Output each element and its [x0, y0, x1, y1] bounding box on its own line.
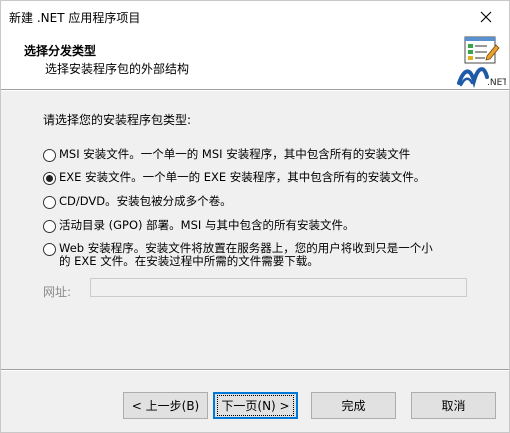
step-title: 选择分发类型: [24, 44, 97, 58]
radio-gpo[interactable]: [43, 220, 56, 233]
window-title: 新建 .NET 应用程序项目: [9, 11, 141, 25]
option-msi-label: MSI 安装文件。一个单一的 MSI 安装程序，其中包含所有的安装文件: [59, 147, 411, 161]
option-web[interactable]: Web 安装程序。安装文件将放置在服务器上，您的用户将收到只是一个小的 EXE …: [43, 242, 439, 268]
url-input[interactable]: [90, 278, 467, 297]
close-button[interactable]: [463, 1, 509, 32]
footer-separator: [1, 369, 509, 371]
next-button[interactable]: 下一页(N) >: [213, 392, 298, 419]
option-gpo[interactable]: 活动目录 (GPO) 部署。MSI 与其中包含的所有安装文件。: [43, 219, 354, 233]
logo-text: .NET: [487, 78, 506, 88]
radio-msi[interactable]: [43, 149, 56, 162]
option-msi[interactable]: MSI 安装文件。一个单一的 MSI 安装程序，其中包含所有的安装文件: [43, 148, 410, 162]
cancel-button[interactable]: 取消: [411, 392, 496, 419]
back-button[interactable]: < 上一步(B): [123, 392, 208, 419]
radio-exe[interactable]: [43, 172, 56, 185]
radio-web[interactable]: [43, 243, 56, 256]
option-cd-dvd[interactable]: CD/DVD。安装包被分成多个卷。: [43, 195, 232, 209]
next-button-label: 下一页(N) >: [217, 395, 294, 416]
option-web-label: Web 安装程序。安装文件将放置在服务器上，您的用户将收到只是一个小的 EXE …: [59, 241, 433, 268]
option-gpo-label: 活动目录 (GPO) 部署。MSI 与其中包含的所有安装文件。: [59, 218, 355, 232]
title-bar[interactable]: 新建 .NET 应用程序项目: [1, 1, 509, 32]
close-icon: [480, 11, 492, 22]
step-subtitle: 选择安装程序包的外部结构: [45, 62, 190, 76]
option-cd-dvd-label: CD/DVD。安装包被分成多个卷。: [59, 194, 232, 208]
dotnet-logo-icon: .NET: [457, 36, 506, 89]
new-dotnet-project-dialog: 新建 .NET 应用程序项目 选择分发类型 选择安装程序包的外部结构 .NET: [0, 0, 510, 433]
url-label: 网址:: [43, 285, 72, 299]
finish-button[interactable]: 完成: [311, 392, 396, 419]
package-type-prompt: 请选择您的安装程序包类型:: [43, 113, 192, 127]
wizard-header: 选择分发类型 选择安装程序包的外部结构 .NET: [1, 32, 509, 89]
radio-cd-dvd[interactable]: [43, 196, 56, 209]
option-exe[interactable]: EXE 安装文件。一个单一的 EXE 安装程序，其中包含所有的安装文件。: [43, 171, 425, 185]
option-exe-label: EXE 安装文件。一个单一的 EXE 安装程序，其中包含所有的安装文件。: [59, 170, 426, 184]
distribution-type-panel: 请选择您的安装程序包类型: MSI 安装文件。一个单一的 MSI 安装程序，其中…: [1, 91, 509, 366]
